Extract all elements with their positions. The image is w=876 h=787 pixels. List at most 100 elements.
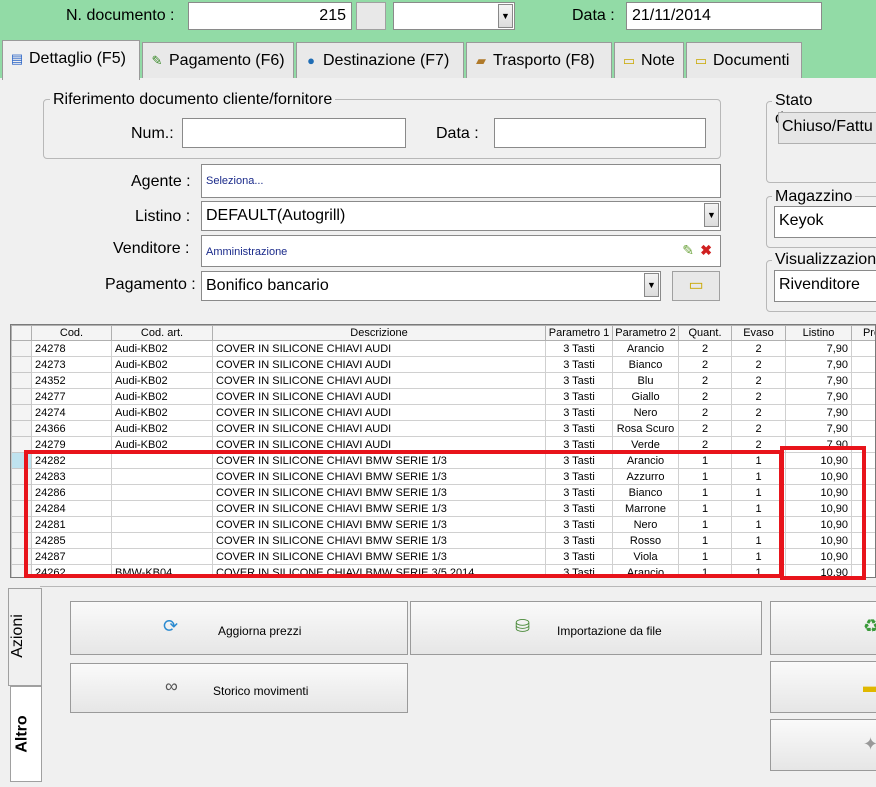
tab-azioni[interactable]: Azioni bbox=[8, 588, 42, 686]
column-header[interactable]: Descrizione bbox=[212, 325, 546, 341]
tab-trasporto[interactable]: ▰ Trasporto (F8) bbox=[466, 42, 612, 78]
table-cell[interactable]: 2 bbox=[678, 388, 732, 405]
doc-date-field[interactable]: 21/11/2014 bbox=[626, 2, 822, 30]
table-cell[interactable]: 24274 bbox=[31, 404, 112, 421]
row-indicator[interactable] bbox=[11, 340, 32, 357]
table-cell[interactable]: Audi-KB02 bbox=[111, 372, 213, 389]
table-cell[interactable]: COVER IN SILICONE CHIAVI AUDI bbox=[212, 404, 546, 421]
table-cell[interactable]: 3 Tasti bbox=[545, 420, 613, 437]
table-cell[interactable]: 3 Tasti bbox=[545, 388, 613, 405]
doc-number-field[interactable]: 215 bbox=[188, 2, 352, 30]
table-cell[interactable]: 3 Tasti bbox=[545, 340, 613, 357]
tools-button[interactable]: ✦ bbox=[770, 719, 876, 771]
tab-destinazione[interactable]: ● Destinazione (F7) bbox=[296, 42, 464, 78]
column-header[interactable]: Evaso bbox=[731, 325, 786, 341]
rif-data-field[interactable] bbox=[494, 118, 706, 148]
table-cell[interactable]: Audi-KB02 bbox=[111, 340, 213, 357]
listino-select[interactable]: DEFAULT(Autogrill) ▼ bbox=[201, 201, 721, 231]
doc-series-button[interactable] bbox=[356, 2, 386, 30]
doc-type-select[interactable]: ▼ bbox=[393, 2, 515, 30]
table-cell[interactable] bbox=[851, 356, 875, 373]
table-cell[interactable]: 24273 bbox=[31, 356, 112, 373]
table-cell[interactable]: 2 bbox=[678, 372, 732, 389]
table-row[interactable]: 24352 Audi-KB02 COVER IN SILICONE CHIAVI A… bbox=[11, 372, 875, 389]
table-cell[interactable]: Audi-KB02 bbox=[111, 420, 213, 437]
table-cell[interactable]: Nero bbox=[612, 404, 679, 421]
table-cell[interactable]: 3 Tasti bbox=[545, 356, 613, 373]
table-cell[interactable]: Rosa Scuro bbox=[612, 420, 679, 437]
table-cell[interactable]: COVER IN SILICONE CHIAVI AUDI bbox=[212, 340, 546, 357]
table-cell[interactable]: Audi-KB02 bbox=[111, 388, 213, 405]
table-row[interactable]: 24278 Audi-KB02 COVER IN SILICONE CHIAVI A… bbox=[11, 340, 875, 357]
table-cell[interactable]: 7,90 bbox=[785, 388, 852, 405]
column-header[interactable]: Cod. bbox=[31, 325, 112, 341]
table-cell[interactable]: 2 bbox=[731, 340, 786, 357]
venditore-field[interactable]: Amministrazione ✎ ✖ bbox=[201, 235, 721, 267]
table-cell[interactable] bbox=[851, 340, 875, 357]
table-row[interactable]: 24273 Audi-KB02 COVER IN SILICONE CHIAVI A… bbox=[11, 356, 875, 373]
table-cell[interactable]: 2 bbox=[678, 420, 732, 437]
column-header[interactable]: Parametro 2 bbox=[612, 325, 679, 341]
table-cell[interactable]: 2 bbox=[678, 404, 732, 421]
rif-num-field[interactable] bbox=[182, 118, 406, 148]
table-cell[interactable] bbox=[851, 372, 875, 389]
table-cell[interactable]: 7,90 bbox=[785, 372, 852, 389]
table-cell[interactable]: COVER IN SILICONE CHIAVI AUDI bbox=[212, 388, 546, 405]
table-row[interactable]: 24277 Audi-KB02 COVER IN SILICONE CHIAVI A… bbox=[11, 388, 875, 405]
table-cell[interactable]: COVER IN SILICONE CHIAVI AUDI bbox=[212, 372, 546, 389]
column-header[interactable]: Parametro 1 bbox=[545, 325, 613, 341]
tab-note[interactable]: ▭ Note bbox=[614, 42, 684, 78]
table-cell[interactable]: 7,90 bbox=[785, 404, 852, 421]
table-cell[interactable]: COVER IN SILICONE CHIAVI AUDI bbox=[212, 420, 546, 437]
table-cell[interactable]: 2 bbox=[678, 356, 732, 373]
table-cell[interactable]: 24352 bbox=[31, 372, 112, 389]
pagamento-select[interactable]: Bonifico bancario ▼ bbox=[201, 271, 661, 301]
table-cell[interactable]: 7,90 bbox=[785, 420, 852, 437]
tab-documenti[interactable]: ▭ Documenti bbox=[686, 42, 802, 78]
row-indicator[interactable] bbox=[11, 388, 32, 405]
table-cell[interactable]: Bianco bbox=[612, 356, 679, 373]
table-cell[interactable]: Arancio bbox=[612, 340, 679, 357]
table-cell[interactable]: 24277 bbox=[31, 388, 112, 405]
column-header[interactable]: Listino bbox=[785, 325, 852, 341]
table-cell[interactable]: 2 bbox=[731, 388, 786, 405]
table-cell[interactable]: Audi-KB02 bbox=[111, 404, 213, 421]
table-cell[interactable]: 2 bbox=[731, 404, 786, 421]
importazione-file-button[interactable]: ⛁ Importazione da file bbox=[410, 601, 762, 655]
table-cell[interactable]: 2 bbox=[731, 372, 786, 389]
table-cell[interactable]: Blu bbox=[612, 372, 679, 389]
column-header[interactable]: Cod. art. bbox=[111, 325, 213, 341]
table-cell[interactable] bbox=[851, 388, 875, 405]
tab-pagamento[interactable]: ✎ Pagamento (F6) bbox=[142, 42, 294, 78]
table-cell[interactable] bbox=[851, 404, 875, 421]
aggiorna-prezzi-button[interactable]: ⟳ Aggiorna prezzi bbox=[70, 601, 408, 655]
table-cell[interactable]: Audi-KB02 bbox=[111, 356, 213, 373]
table-cell[interactable] bbox=[851, 420, 875, 437]
column-header[interactable]: Pre bbox=[851, 325, 875, 341]
agente-field[interactable]: Seleziona... bbox=[201, 164, 721, 198]
table-cell[interactable]: 3 Tasti bbox=[545, 404, 613, 421]
table-cell[interactable]: 2 bbox=[678, 340, 732, 357]
folder-action-button[interactable]: ▬ bbox=[770, 661, 876, 713]
table-cell[interactable]: 24278 bbox=[31, 340, 112, 357]
magazzino-select[interactable]: Keyok bbox=[774, 206, 876, 238]
row-indicator[interactable] bbox=[11, 420, 32, 437]
row-indicator[interactable] bbox=[11, 356, 32, 373]
table-cell[interactable]: 7,90 bbox=[785, 340, 852, 357]
delete-icon[interactable]: ✖ bbox=[700, 242, 712, 259]
tab-dettaglio[interactable]: ▤ Dettaglio (F5) bbox=[2, 40, 140, 80]
table-row[interactable]: 24366 Audi-KB02 COVER IN SILICONE CHIAVI A… bbox=[11, 420, 875, 437]
table-cell[interactable]: 2 bbox=[731, 420, 786, 437]
storico-movimenti-button[interactable]: ∞ Storico movimenti bbox=[70, 663, 408, 713]
table-cell[interactable]: COVER IN SILICONE CHIAVI AUDI bbox=[212, 356, 546, 373]
table-cell[interactable]: 3 Tasti bbox=[545, 372, 613, 389]
table-cell[interactable]: 7,90 bbox=[785, 356, 852, 373]
table-cell[interactable]: 24366 bbox=[31, 420, 112, 437]
table-cell[interactable]: Giallo bbox=[612, 388, 679, 405]
pagamento-folder-button[interactable]: ▭ bbox=[672, 271, 720, 301]
visualizzazione-select[interactable]: Rivenditore bbox=[774, 270, 876, 302]
column-header[interactable]: Quant. bbox=[678, 325, 732, 341]
edit-icon[interactable]: ✎ bbox=[682, 242, 694, 259]
recycle-button[interactable]: ♻ bbox=[770, 601, 876, 655]
table-row[interactable]: 24274 Audi-KB02 COVER IN SILICONE CHIAVI A… bbox=[11, 404, 875, 421]
